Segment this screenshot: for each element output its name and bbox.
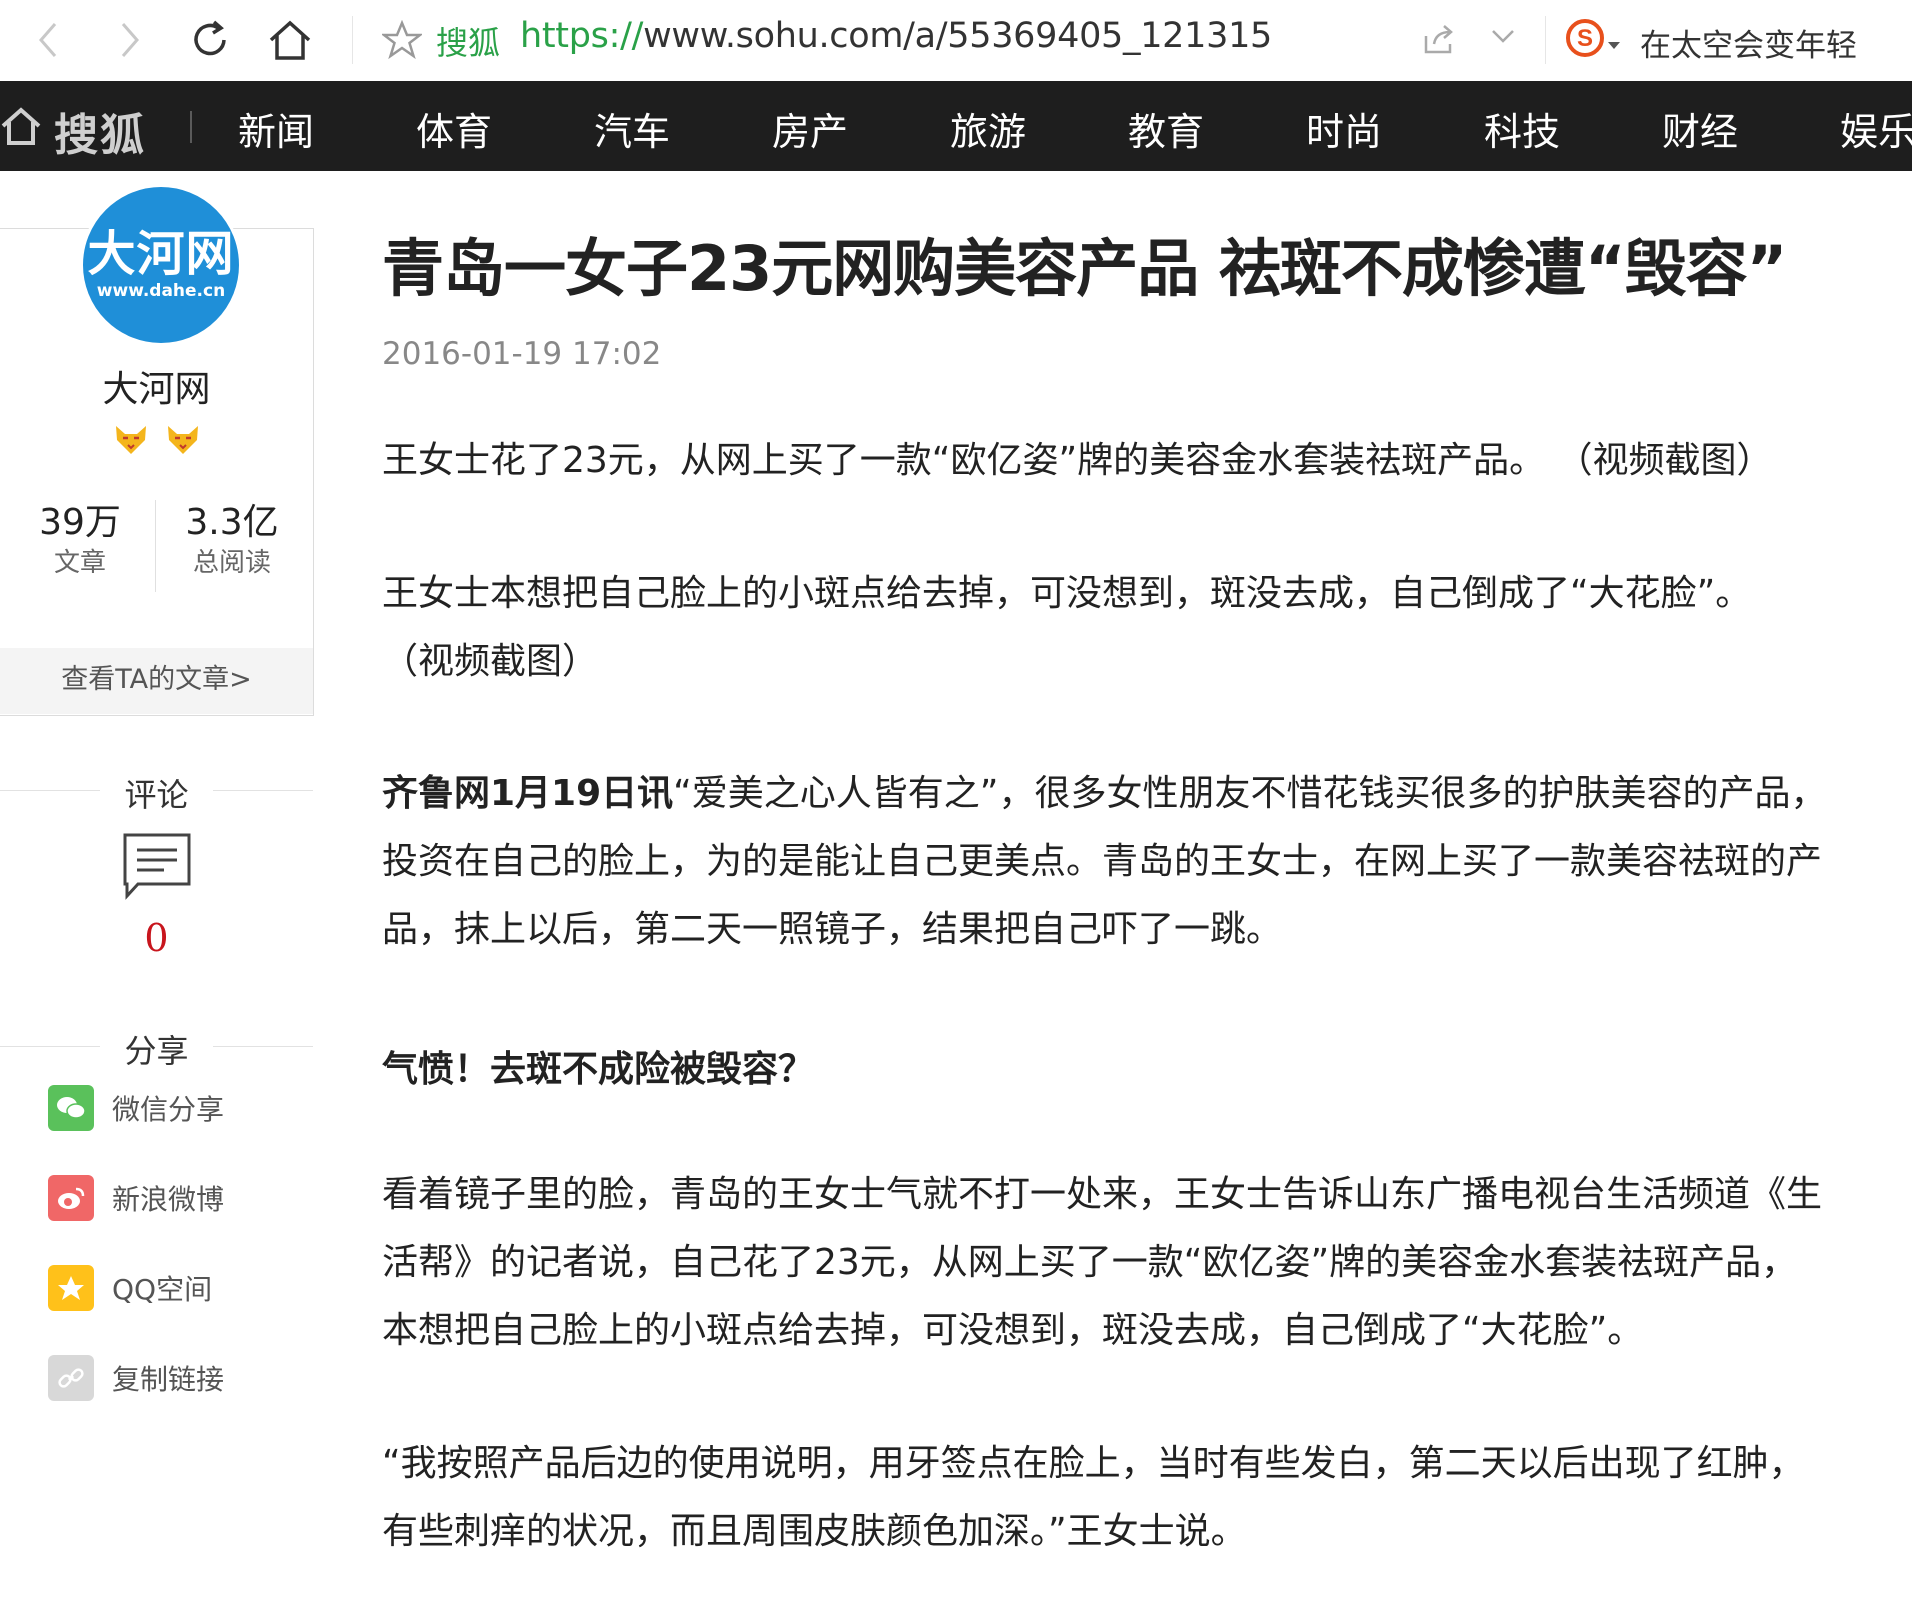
share-heading: 分享 [0,1026,313,1070]
share-heading-text: 分享 [124,1032,189,1070]
author-name[interactable]: 大河网 [0,360,313,412]
comment-button[interactable] [122,832,192,904]
nav-item-finance[interactable]: 财经 [1662,101,1738,156]
avatar-logo-domain: www.dahe.cn [96,281,226,301]
address-dropdown-button[interactable] [1490,28,1516,50]
articles-count: 39万 [39,502,121,543]
article-paragraph: 齐鲁网1月19日讯“爱美之心人皆有之”，很多女性朋友不惜花钱买很多的护肤美容的产… [382,760,1832,964]
link-icon [48,1355,94,1401]
view-author-articles-link[interactable]: 查看TA的文章> [0,648,313,714]
reads-count: 3.3亿 [185,502,279,543]
share-page-button[interactable] [1422,22,1456,60]
comments-heading: 评论 [0,770,313,814]
chevron-left-icon [39,23,57,57]
sohu-logo[interactable]: 搜狐 [54,99,146,163]
toolbar-divider [1545,16,1546,64]
fox-badge-icon [116,426,146,454]
nav-item-entertainment[interactable]: 娱乐 [1840,101,1912,156]
article-paragraph: 王女士本想把自己脸上的小斑点给去掉，可没想到，斑没去成，自己倒成了“大花脸”。 … [382,573,1752,682]
nav-home-button[interactable] [0,105,42,151]
reads-label: 总阅读 [192,548,271,578]
chevron-right-icon [121,23,139,57]
articles-stat: 39万 文章 [2,500,158,580]
browser-toolbar: 搜狐 https://www.sohu.com/a/55369405_12131… [0,0,1912,82]
nav-item-auto[interactable]: 汽车 [594,101,670,156]
hot-search-text[interactable]: 在太空会变年轻 [1640,20,1857,65]
articles-label: 文章 [53,548,106,578]
star-icon [380,19,424,60]
share-wechat-button[interactable]: 微信分享 [48,1084,224,1132]
nav-item-tech[interactable]: 科技 [1484,101,1560,156]
bookmark-button[interactable] [380,19,424,64]
url-scheme: https:// [520,16,644,56]
comment-count[interactable]: 0 [0,916,313,960]
avatar-logo-text: 大河网 [87,226,235,282]
share-qzone-label: QQ空间 [112,1273,213,1306]
site-name: 搜狐 [436,24,501,62]
forward-button[interactable] [104,14,156,66]
nav-item-education[interactable]: 教育 [1128,101,1204,156]
search-engine-dropdown[interactable] [1608,35,1620,54]
address-bar[interactable]: https://www.sohu.com/a/55369405_121315 [520,16,1272,56]
nav-item-fashion[interactable]: 时尚 [1306,101,1382,156]
share-weibo-button[interactable]: 新浪微博 [48,1174,224,1222]
refresh-icon [194,20,226,56]
toolbar-divider [352,16,353,64]
nav-item-travel[interactable]: 旅游 [950,101,1026,156]
article-subheading: 气愤！去斑不成险被毁容？ [382,1049,815,1090]
home-icon [269,20,311,60]
wechat-icon [48,1085,94,1131]
url-text: www.sohu.com/a/55369405_121315 [643,16,1273,56]
qzone-icon [48,1265,94,1311]
comments-heading-text: 评论 [124,776,189,814]
share-wechat-label: 微信分享 [112,1093,225,1126]
article-paragraph: 看着镜子里的脸，青岛的王女士气就不打一处来，王女士告诉山东广播电视台生活频道《生… [382,1174,1823,1351]
svg-text:S: S [1577,25,1593,52]
fox-badge-icon [168,426,198,454]
share-qzone-button[interactable]: QQ空间 [48,1264,212,1312]
author-badges [112,424,202,456]
comment-icon [123,833,191,900]
refresh-button[interactable] [184,14,236,66]
search-engine-button[interactable]: S [1565,18,1605,62]
article-paragraph: “我按照产品后边的使用说明，用牙签点在脸上，当时有些发白，第二天以后出现了红肿，… [382,1443,1805,1552]
copy-link-button[interactable]: 复制链接 [48,1354,224,1402]
article-paragraph: 王女士花了23元，从网上买了一款“欧亿姿”牌的美容金水套装祛斑产品。 （视频截图… [382,440,1773,481]
navbar-divider [190,111,192,143]
article-title: 青岛一女子23元网购美容产品 祛斑不成惨遭“毁容” [382,232,1787,305]
copy-link-label: 复制链接 [112,1363,225,1396]
home-button[interactable] [264,14,316,66]
article-source-lead: 齐鲁网1月19日讯 [382,773,674,814]
reads-stat: 3.3亿 总阅读 [154,500,310,580]
site-navbar: 搜狐 新闻 体育 汽车 房产 旅游 教育 时尚 科技 财经 娱乐 [0,81,1912,171]
sogou-icon: S [1566,19,1604,57]
nav-item-sports[interactable]: 体育 [416,101,492,156]
article-date: 2016-01-19 17:02 [382,336,662,372]
back-button[interactable] [22,14,74,66]
share-weibo-label: 新浪微博 [112,1183,225,1216]
caret-down-icon [1608,42,1620,49]
share-icon [1424,25,1453,54]
chevron-down-icon [1492,30,1514,43]
weibo-icon [48,1175,94,1221]
nav-item-news[interactable]: 新闻 [238,101,314,156]
nav-item-house[interactable]: 房产 [772,101,848,156]
home-icon [1,107,41,145]
author-avatar[interactable]: 大河网 www.dahe.cn [80,184,242,346]
